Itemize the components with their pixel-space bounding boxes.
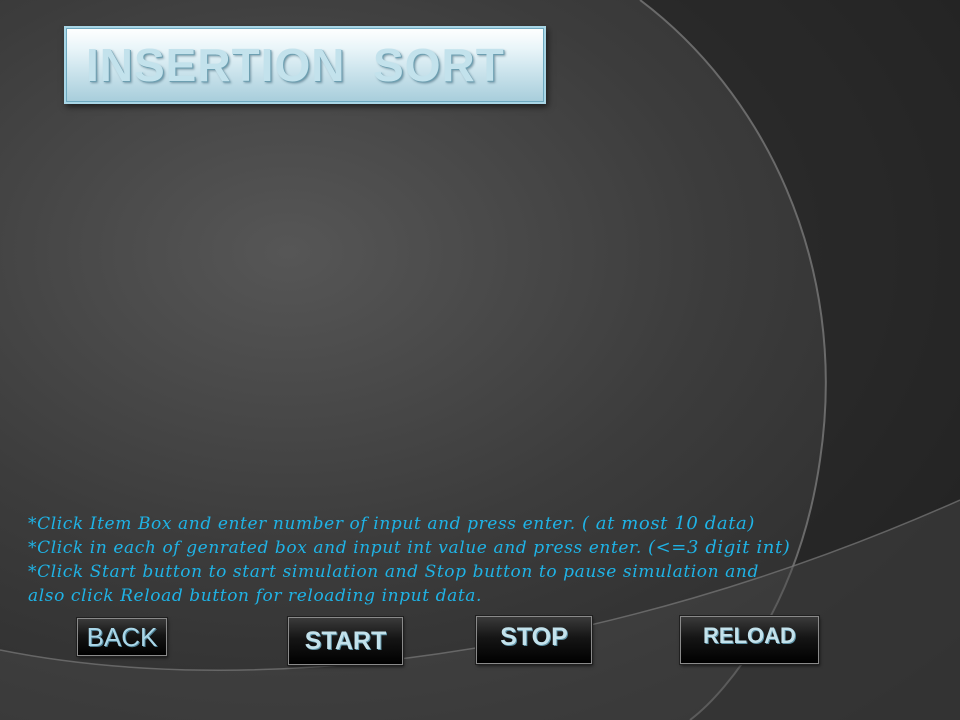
title-banner: INSERTION SORT bbox=[64, 26, 546, 104]
instruction-digit-limit-note: (<=3 digit int) bbox=[647, 537, 791, 558]
back-button[interactable]: BACK bbox=[77, 618, 167, 656]
background-arcs bbox=[0, 0, 960, 720]
instruction-line-3: *Click Start button to start simulation … bbox=[28, 562, 759, 582]
simulation-screen: INSERTION SORT *Click Item Box and enter… bbox=[0, 0, 960, 720]
instruction-item-box: *Click Item Box and enter number of inpu… bbox=[28, 514, 576, 534]
instruction-line-1: *Click Item Box and enter number of inpu… bbox=[28, 512, 943, 536]
instruction-max-data-note: ( at most 10 data) bbox=[581, 513, 756, 534]
start-button[interactable]: START bbox=[288, 617, 403, 665]
reload-button[interactable]: RELOAD bbox=[680, 616, 819, 664]
stop-button[interactable]: STOP bbox=[476, 616, 592, 664]
instruction-line-2: *Click in each of genrated box and input… bbox=[28, 536, 943, 560]
instructions-text: *Click Item Box and enter number of inpu… bbox=[28, 512, 943, 608]
page-title: INSERTION SORT bbox=[86, 39, 505, 91]
instruction-line-4: also click Reload button for reloading i… bbox=[28, 586, 483, 606]
instruction-generated-box: *Click in each of genrated box and input… bbox=[28, 538, 642, 558]
